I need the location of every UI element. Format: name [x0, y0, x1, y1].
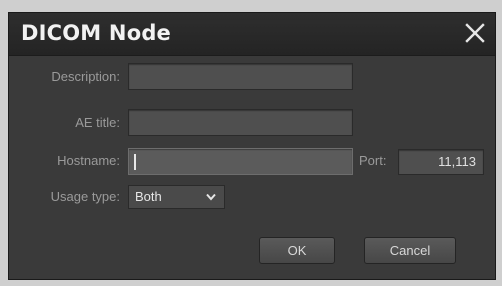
- description-label: Description:: [51, 69, 120, 84]
- dicom-node-dialog: DICOM Node Description: AE title: Hostna…: [8, 12, 496, 280]
- cancel-button[interactable]: Cancel: [364, 237, 456, 264]
- port-field[interactable]: 11,113: [398, 149, 484, 175]
- dialog-titlebar[interactable]: DICOM Node: [9, 13, 495, 56]
- hostname-field[interactable]: [128, 148, 353, 175]
- chevron-down-icon: [206, 193, 216, 201]
- description-field[interactable]: [128, 63, 353, 90]
- close-icon[interactable]: [463, 21, 487, 45]
- text-caret: [134, 154, 136, 170]
- dialog-title: DICOM Node: [21, 21, 171, 45]
- hostname-label: Hostname:: [57, 153, 120, 168]
- ok-button[interactable]: OK: [259, 237, 335, 264]
- usage-type-value: Both: [135, 189, 162, 204]
- ae-title-label: AE title:: [75, 115, 120, 130]
- usage-type-label: Usage type:: [50, 189, 120, 204]
- usage-type-select[interactable]: Both: [128, 185, 225, 209]
- ae-title-field[interactable]: [128, 109, 353, 136]
- port-label: Port:: [359, 153, 387, 168]
- dialog-content: Description: AE title: Hostname: Port: 1…: [9, 55, 495, 281]
